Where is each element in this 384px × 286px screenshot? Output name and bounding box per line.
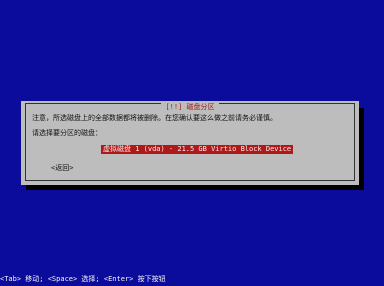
partition-disk-dialog: [!!] 磁盘分区 注意，所选磁盘上的全部数据都将被删除。在您确认要这么做之前请… [21, 101, 359, 185]
disk-list: 虚拟磁盘 1 (vda) - 21.5 GB Virtio Block Devi… [32, 145, 348, 154]
dialog-content: 注意，所选磁盘上的全部数据都将被删除。在您确认要这么做之前请务必谨慎。 请选择要… [32, 114, 348, 173]
keyboard-hint-bar: <Tab> 移动; <Space> 选择; <Enter> 按下按钮 [0, 275, 166, 283]
dialog-frame: [!!] 磁盘分区 注意，所选磁盘上的全部数据都将被删除。在您确认要这么做之前请… [25, 103, 355, 181]
dialog-title-wrap: [!!] 磁盘分区 [26, 100, 354, 111]
installer-screen: [!!] 磁盘分区 注意，所选磁盘上的全部数据都将被删除。在您确认要这么做之前请… [0, 0, 384, 286]
warning-text: 注意，所选磁盘上的全部数据都将被删除。在您确认要这么做之前请务必谨慎。 [32, 114, 277, 122]
dialog-title: [!!] 磁盘分区 [161, 103, 219, 111]
disk-select-prompt: 请选择要分区的磁盘： [32, 129, 102, 137]
back-button[interactable]: <返回> [51, 164, 73, 173]
disk-option-selected[interactable]: 虚拟磁盘 1 (vda) - 21.5 GB Virtio Block Devi… [101, 145, 294, 154]
dialog-actions: <返回> [51, 164, 348, 173]
